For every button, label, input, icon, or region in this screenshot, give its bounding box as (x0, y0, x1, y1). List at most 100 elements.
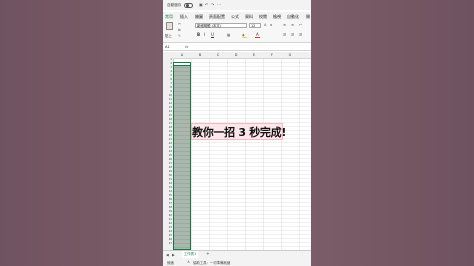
row-header[interactable]: 15 (163, 114, 172, 117)
align-right-icon[interactable]: ☰ (299, 33, 302, 37)
row-header[interactable]: 26 (163, 158, 172, 161)
row-header[interactable]: 39 (163, 210, 172, 213)
align-left-icon[interactable]: ☰ (283, 33, 286, 37)
row-header[interactable]: 46 (163, 238, 172, 241)
active-cell[interactable] (173, 62, 191, 66)
cell-grid[interactable] (173, 58, 311, 250)
borders-icon[interactable]: ▦ (227, 33, 230, 37)
tab-draw[interactable]: 繪圖 (195, 14, 203, 20)
row-header[interactable]: 17 (163, 122, 172, 125)
paste-icon[interactable] (166, 22, 173, 30)
row-header[interactable]: 31 (163, 178, 172, 181)
save-icon[interactable]: ▣ (199, 3, 203, 7)
row-header[interactable]: 16 (163, 118, 172, 121)
selected-range[interactable] (173, 62, 191, 250)
row-header[interactable]: 45 (163, 234, 172, 237)
row-header[interactable]: 24 (163, 150, 172, 153)
row-header[interactable]: 44 (163, 230, 172, 233)
row-header[interactable]: 3 (163, 66, 172, 69)
prev-sheet-icon[interactable]: ◀ (166, 253, 169, 257)
row-header[interactable]: 34 (163, 190, 172, 193)
row-header[interactable]: 18 (163, 126, 172, 129)
align-top-icon[interactable]: ≡ (283, 23, 286, 27)
row-header[interactable]: 1 (163, 58, 172, 61)
font-name-select[interactable]: 新細明體 (本文) (195, 23, 247, 28)
row-header[interactable]: 19 (163, 130, 172, 133)
cut-icon[interactable]: ✂ (178, 22, 181, 26)
column-header-a[interactable]: A (173, 53, 191, 57)
row-header[interactable]: 38 (163, 206, 172, 209)
row-header[interactable]: 22 (163, 142, 172, 145)
decrease-font-icon[interactable]: a (270, 23, 272, 27)
row-header[interactable]: 43 (163, 226, 172, 229)
row-header[interactable]: 33 (163, 186, 172, 189)
tab-review[interactable]: 校閱 (259, 14, 267, 20)
column-header-g[interactable]: G (281, 53, 299, 57)
row-header[interactable]: 47 (163, 242, 172, 245)
row-header[interactable]: 9 (163, 90, 172, 93)
italic-button[interactable]: I (204, 33, 205, 37)
tab-developer[interactable]: 開 (306, 14, 310, 20)
tab-automate[interactable]: 自動化 (287, 14, 299, 20)
row-header[interactable]: 25 (163, 154, 172, 157)
row-header[interactable]: 35 (163, 194, 172, 197)
more-icon[interactable]: ⋯ (217, 3, 221, 7)
row-header[interactable]: 20 (163, 134, 172, 137)
row-header[interactable]: 6 (163, 78, 172, 81)
tab-insert[interactable]: 插入 (180, 14, 188, 20)
column-header-e[interactable]: E (245, 53, 263, 57)
redo-icon[interactable]: ↷ (211, 3, 214, 7)
row-header[interactable]: 41 (163, 218, 172, 221)
status-bar: 就緒 ♿ 協助工具：一切準備就緒 (163, 258, 311, 266)
row-header[interactable]: 7 (163, 82, 172, 85)
tab-data[interactable]: 資料 (245, 14, 253, 20)
tab-view[interactable]: 檢視 (273, 14, 281, 20)
next-sheet-icon[interactable]: ▶ (172, 253, 175, 257)
row-header[interactable]: 27 (163, 162, 172, 165)
row-header[interactable]: 32 (163, 182, 172, 185)
row-header[interactable]: 37 (163, 202, 172, 205)
increase-font-icon[interactable]: A (264, 23, 266, 27)
fx-label: fx (185, 44, 189, 49)
background-right (311, 0, 474, 266)
autosave-toggle[interactable] (184, 2, 193, 8)
row-header[interactable]: 23 (163, 146, 172, 149)
column-header-d[interactable]: D (227, 53, 245, 57)
autosave-label: 自動儲存 (167, 3, 182, 7)
tab-formulas[interactable]: 公式 (231, 14, 239, 20)
copy-icon[interactable]: ⧉ (178, 28, 181, 32)
font-size-select[interactable]: 12 (249, 23, 261, 28)
row-header[interactable]: 28 (163, 166, 172, 169)
bold-button[interactable]: B (197, 33, 200, 37)
row-header[interactable]: 11 (163, 98, 172, 101)
row-header[interactable]: 30 (163, 174, 172, 177)
row-header[interactable]: 36 (163, 198, 172, 201)
format-painter-icon[interactable]: ✎ (178, 34, 181, 38)
row-header[interactable]: 2 (163, 62, 172, 65)
column-header-f[interactable]: F (263, 53, 281, 57)
add-sheet-button[interactable]: + (206, 252, 210, 257)
row-header[interactable]: 14 (163, 110, 172, 113)
row-header[interactable]: 13 (163, 106, 172, 109)
formula-input[interactable] (193, 44, 308, 49)
row-header[interactable]: 21 (163, 138, 172, 141)
row-header[interactable]: 8 (163, 86, 172, 89)
row-header[interactable]: 10 (163, 94, 172, 97)
name-box[interactable]: A1 (165, 45, 170, 49)
row-header[interactable]: 4 (163, 70, 172, 73)
align-center-icon[interactable]: ☰ (291, 33, 294, 37)
underline-button[interactable]: U (211, 33, 214, 37)
column-header-b[interactable]: B (191, 53, 209, 57)
row-header[interactable]: 12 (163, 102, 172, 105)
wrap-text-icon[interactable]: ↵ (299, 23, 302, 27)
align-middle-icon[interactable]: ≡ (291, 23, 294, 27)
accessibility-status[interactable]: 協助工具：一切準備就緒 (193, 260, 230, 265)
row-header[interactable]: 42 (163, 222, 172, 225)
undo-icon[interactable]: ↶ (205, 3, 208, 7)
column-header-c[interactable]: C (209, 53, 227, 57)
tab-page-layout[interactable]: 頁面配置 (209, 14, 225, 20)
formula-bar: A1 fx (163, 43, 311, 51)
row-header[interactable]: 29 (163, 170, 172, 173)
row-header[interactable]: 40 (163, 214, 172, 217)
row-header[interactable]: 5 (163, 74, 172, 77)
